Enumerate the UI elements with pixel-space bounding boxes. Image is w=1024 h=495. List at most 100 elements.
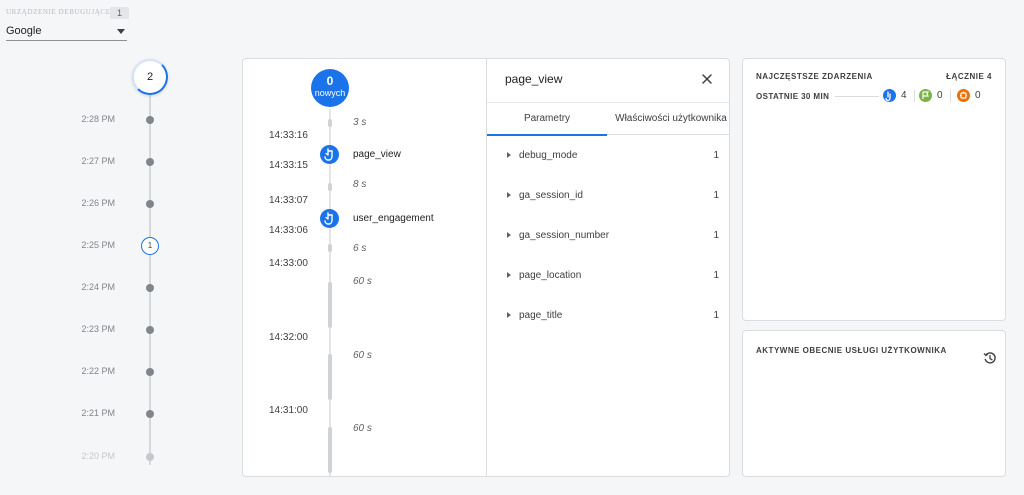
expand-arrow-icon [507, 272, 511, 278]
minute-time: 2:20 PM [81, 451, 115, 461]
tab-user-properties[interactable]: Właściwości użytkownika [611, 103, 729, 135]
gap-segment [328, 354, 332, 400]
event-timestamp: 14:33:06 [269, 225, 308, 236]
expand-arrow-icon [507, 152, 511, 158]
gap-duration: 6 s [353, 243, 367, 254]
event-timestamp: 14:33:00 [269, 258, 308, 269]
event-timestamp: 14:33:16 [269, 130, 308, 141]
event-count-value: 4 [901, 90, 907, 101]
minute-dot [146, 410, 154, 418]
top-events-card: NAJCZĘSTSZE ZDARZENIA ŁĄCZNIE 4 OSTATNIE… [742, 58, 1006, 321]
minute-time: 2:22 PM [81, 366, 115, 376]
stat-divider [914, 90, 915, 102]
minute-row[interactable]: 2:22 PM [0, 365, 160, 379]
param-row[interactable]: page_title 1 [505, 309, 719, 323]
event-detail: page_view Parametry Właściwości użytkown… [487, 59, 729, 476]
debug-device-count-badge: 1 [110, 7, 129, 19]
minute-event-count: 1 [141, 237, 159, 255]
top-events-period: OSTATNIE 30 MIN [756, 92, 830, 101]
minute-dot [146, 368, 154, 376]
minute-dot [146, 326, 154, 334]
minute-row[interactable]: 2:20 PM [0, 450, 160, 464]
tab-parameters[interactable]: Parametry [487, 103, 607, 136]
minute-time: 2:24 PM [81, 282, 115, 292]
event-timestamp: 14:33:07 [269, 195, 308, 206]
debug-device-label: URZĄDZENIE DEBUGUJĄCE [6, 8, 111, 16]
minute-time: 2:23 PM [81, 324, 115, 334]
param-value: 1 [713, 310, 719, 321]
event-detail-title: page_view [505, 72, 563, 86]
event-name[interactable]: user_engagement [353, 213, 434, 224]
debug-device-select[interactable]: Google [6, 21, 127, 41]
minute-dot [146, 453, 154, 461]
gap-segment [328, 427, 332, 473]
close-icon[interactable] [701, 72, 713, 84]
minute-row[interactable]: 2:27 PM [0, 155, 160, 169]
expand-arrow-icon [507, 232, 511, 238]
dropdown-caret-icon [117, 29, 125, 34]
new-events-count: 0 [326, 74, 334, 88]
param-value: 1 [713, 270, 719, 281]
minute-row[interactable]: 2:23 PM [0, 323, 160, 337]
gap-duration: 60 s [353, 350, 372, 361]
event-pointer-icon[interactable] [320, 145, 339, 164]
minute-dot [146, 116, 154, 124]
gap-segment [328, 119, 332, 127]
gap-segment [328, 244, 332, 252]
stat-divider [950, 90, 951, 102]
event-timestamp: 14:33:15 [269, 160, 308, 171]
minute-row[interactable]: 2:25 PM 1 [0, 237, 160, 255]
param-row[interactable]: debug_mode 1 [505, 149, 719, 163]
minute-time: 2:28 PM [81, 114, 115, 124]
minute-row[interactable]: 2:28 PM [0, 113, 160, 127]
conversion-count-value: 0 [937, 90, 943, 101]
minute-dot [146, 284, 154, 292]
seconds-stream: 0 nowych 3 s 14:33:16 page_view 14:33:15… [243, 59, 486, 476]
gap-duration: 3 s [353, 117, 367, 128]
minute-time: 2:27 PM [81, 156, 115, 166]
event-timestamp: 14:32:00 [269, 332, 308, 343]
expand-arrow-icon [507, 192, 511, 198]
gap-duration: 8 s [353, 179, 367, 190]
event-pointer-icon[interactable] [320, 209, 339, 228]
top-events-heading: NAJCZĘSTSZE ZDARZENIA [756, 72, 873, 81]
param-name: debug_mode [519, 150, 578, 161]
gap-duration: 60 s [353, 276, 372, 287]
new-events-label: nowych [314, 88, 346, 98]
minute-dot [146, 200, 154, 208]
gap-duration: 60 s [353, 423, 372, 434]
minute-timeline-top-counter[interactable]: 2 [132, 59, 168, 95]
param-row[interactable]: ga_session_id 1 [505, 189, 719, 203]
minute-row[interactable]: 2:24 PM [0, 281, 160, 295]
param-row[interactable]: page_location 1 [505, 269, 719, 283]
minute-row[interactable]: 2:26 PM [0, 197, 160, 211]
period-divider [835, 96, 879, 97]
minute-time: 2:25 PM [81, 240, 115, 250]
gap-segment [328, 183, 332, 191]
top-events-total: ŁĄCZNIE 4 [946, 72, 992, 81]
param-value: 1 [713, 150, 719, 161]
gap-segment [328, 282, 332, 328]
active-user-properties-card: AKTYWNE OBECNIE USŁUGI UŻYTKOWNIKA [742, 330, 1006, 477]
event-stream-panel: 0 nowych 3 s 14:33:16 page_view 14:33:15… [242, 58, 730, 477]
event-timestamp: 14:31:00 [269, 405, 308, 416]
debug-device-selected-value: Google [6, 25, 42, 37]
event-name[interactable]: page_view [353, 149, 401, 160]
param-row[interactable]: ga_session_number 1 [505, 229, 719, 243]
param-name: page_location [519, 270, 582, 281]
error-icon [957, 89, 970, 102]
new-events-bubble[interactable]: 0 nowych [311, 69, 349, 107]
active-user-properties-heading: AKTYWNE OBECNIE USŁUGI UŻYTKOWNIKA [756, 346, 947, 355]
param-value: 1 [713, 230, 719, 241]
error-count-value: 0 [975, 90, 981, 101]
history-icon[interactable] [983, 351, 997, 365]
param-name: ga_session_id [519, 190, 583, 201]
param-value: 1 [713, 190, 719, 201]
minute-dot [146, 158, 154, 166]
minute-time: 2:21 PM [81, 408, 115, 418]
param-name: ga_session_number [519, 230, 610, 241]
conversion-flag-icon [919, 89, 932, 102]
minute-time: 2:26 PM [81, 198, 115, 208]
event-detail-tabs: Parametry Właściwości użytkownika [487, 102, 729, 136]
minute-row[interactable]: 2:21 PM [0, 407, 160, 421]
